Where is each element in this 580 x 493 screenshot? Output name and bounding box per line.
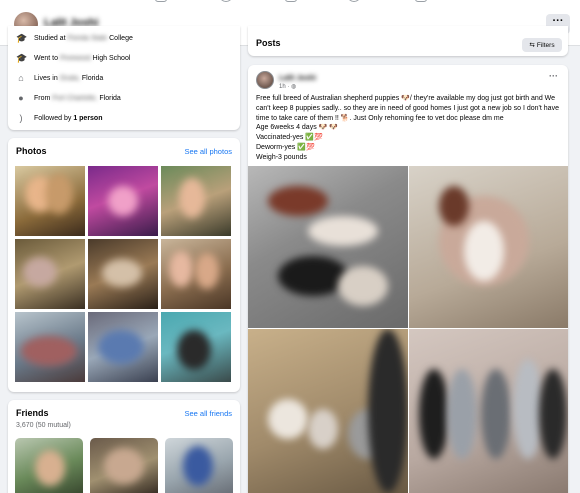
posts-header: Posts ⇆ Filters <box>248 26 568 56</box>
sliders-icon: ⇆ <box>529 42 535 49</box>
posts-title: Posts <box>256 38 281 48</box>
post-photo-puppy-closeup[interactable] <box>409 166 568 328</box>
tab-icon[interactable] <box>415 0 427 2</box>
post-text-line: Free full breed of Australian shepherd p… <box>256 95 561 122</box>
friend-photo[interactable] <box>165 438 233 493</box>
intro-lives-prefix: Lives in <box>34 74 58 82</box>
post-photo-puppies-in-pen[interactable] <box>248 329 408 493</box>
home-icon: ⌂ <box>18 73 24 83</box>
graduation-cap-icon: 🎓 <box>16 53 28 63</box>
post-author-avatar[interactable] <box>256 71 274 89</box>
photos-title: Photos <box>16 146 47 156</box>
tab-icon[interactable] <box>348 0 360 2</box>
intro-went-school[interactable]: Pinewood <box>60 55 91 62</box>
see-all-friends-link[interactable]: See all friends <box>184 409 232 418</box>
intro-card: 🎓 Studied at Florida State College 🎓 Wen… <box>8 26 240 130</box>
see-all-photos-link[interactable]: See all photos <box>184 147 232 156</box>
intro-went: 🎓 Went to Pinewood High School <box>16 50 130 66</box>
intro-from: ● From Port Charlotte, Florida <box>16 90 121 106</box>
photo-thumbnail[interactable] <box>161 312 231 382</box>
intro-studied-prefix: Studied at <box>34 34 66 42</box>
photo-thumbnail[interactable] <box>161 166 231 236</box>
post-text-line: Age 6weeks 4 days 🐶 🐶 <box>256 124 339 132</box>
intro-went-prefix: Went to <box>34 54 58 62</box>
intro-followed: ) Followed by 1 person <box>16 110 103 126</box>
tab-icon[interactable] <box>220 0 232 2</box>
intro-followed-prefix: Followed by <box>34 114 72 122</box>
photo-thumbnail[interactable] <box>15 166 85 236</box>
intro-lives-city[interactable]: Ocala, <box>60 75 80 82</box>
post-more-button[interactable]: ··· <box>549 71 558 81</box>
intro-went-suffix[interactable]: High School <box>93 55 131 62</box>
photos-card: Photos See all photos <box>8 138 240 392</box>
friend-photo[interactable] <box>90 438 158 493</box>
tab-icon[interactable] <box>285 0 297 2</box>
friends-title: Friends <box>16 408 49 418</box>
graduation-cap-icon: 🎓 <box>16 33 28 43</box>
friends-card: Friends See all friends 3,670 (50 mutual… <box>8 400 240 493</box>
intro-lives: ⌂ Lives in Ocala, Florida <box>16 70 103 86</box>
post-photo-puppies-sleeping[interactable] <box>409 329 568 493</box>
friend-photo[interactable] <box>15 438 83 493</box>
tab-icon[interactable] <box>155 0 167 2</box>
post-text-line: Vaccinated-yes ✅💯 <box>256 134 323 142</box>
photo-thumbnail[interactable] <box>88 166 158 236</box>
post-photo-puppies-pile[interactable] <box>248 166 408 328</box>
intro-from-suffix[interactable]: Florida <box>99 95 120 102</box>
photo-thumbnail[interactable] <box>88 312 158 382</box>
filters-button[interactable]: ⇆ Filters <box>522 38 562 52</box>
photo-thumbnail[interactable] <box>15 239 85 309</box>
friends-count: 3,670 (50 mutual) <box>16 422 71 429</box>
intro-from-prefix: From <box>34 94 51 102</box>
photo-thumbnail[interactable] <box>15 312 85 382</box>
post-text-line: Weigh-3 pounds <box>256 153 307 161</box>
rss-icon: ) <box>19 113 23 123</box>
post-timestamp[interactable]: 1h · ◍ <box>279 83 296 90</box>
photo-thumbnail[interactable] <box>88 239 158 309</box>
intro-studied-school[interactable]: Florida State <box>67 35 107 42</box>
filters-label: Filters <box>536 41 555 49</box>
intro-studied: 🎓 Studied at Florida State College <box>16 30 133 46</box>
post-card: Lalit Joshi 1h · ◍ ··· Free full breed o… <box>248 65 568 493</box>
post-text-line: Deworm-yes ✅💯 <box>256 143 315 151</box>
post-body: Free full breed of Australian shepherd p… <box>256 94 562 163</box>
location-pin-icon: ● <box>18 93 24 103</box>
photo-thumbnail[interactable] <box>161 239 231 309</box>
intro-from-city[interactable]: Port Charlotte, <box>52 95 97 102</box>
intro-lives-suffix[interactable]: Florida <box>82 75 103 82</box>
intro-followed-count[interactable]: 1 person <box>73 115 102 122</box>
post-author-name[interactable]: Lalit Joshi <box>279 73 316 82</box>
intro-studied-suffix[interactable]: College <box>109 35 133 42</box>
